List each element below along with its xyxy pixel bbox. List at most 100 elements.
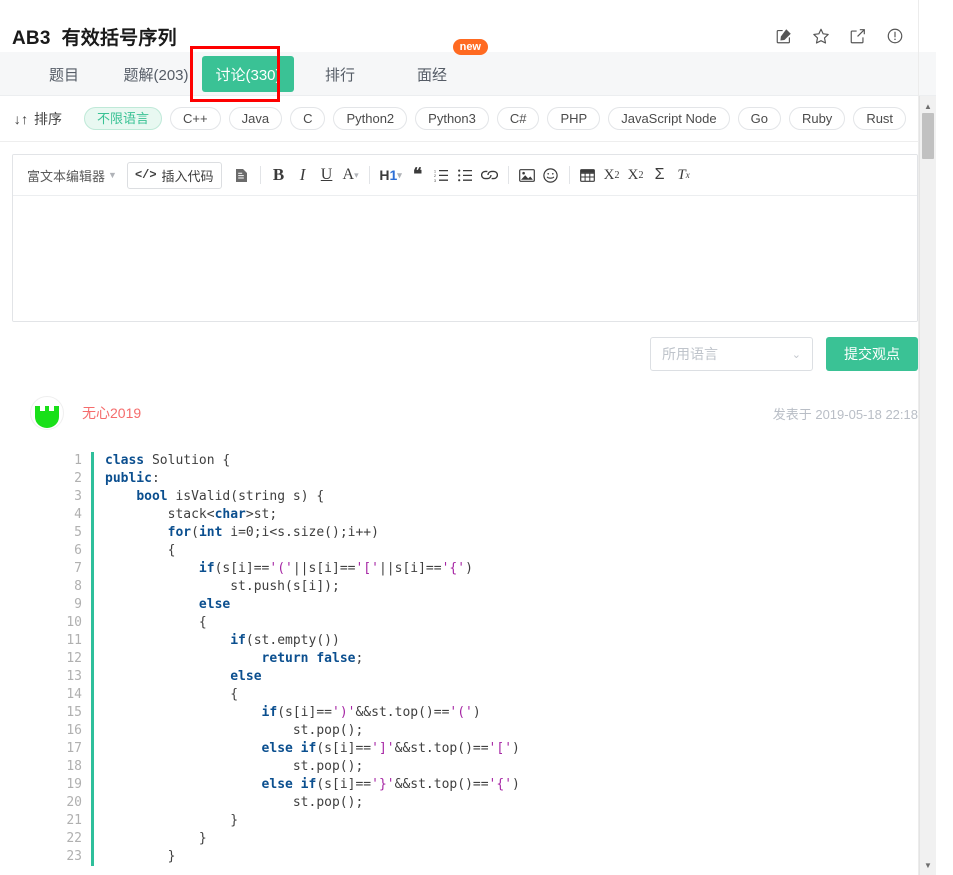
code-token: : (151, 471, 160, 486)
editor-textarea[interactable] (13, 196, 917, 321)
unordered-list-icon[interactable] (454, 162, 478, 188)
table-svg (580, 168, 595, 182)
code-line: bool isValid(string s) { (105, 488, 918, 506)
code-token: ) (512, 741, 520, 756)
superscript-icon[interactable]: X2 (624, 162, 648, 188)
code-token: } (105, 831, 207, 846)
code-line: else (105, 668, 918, 686)
avatar[interactable] (30, 396, 64, 430)
tab-discussion[interactable]: 讨论(330) (202, 56, 294, 92)
tab-problem[interactable]: 题目 (18, 52, 110, 96)
code-line-number: 6 (74, 543, 82, 558)
insert-code-button[interactable]: </> 插入代码 (126, 161, 222, 189)
quote-icon[interactable]: ❝ (406, 162, 430, 188)
code-token: ||s[i]== (378, 561, 442, 576)
code-token: '}' (371, 777, 395, 792)
language-chip-go[interactable]: Go (737, 107, 781, 130)
page-icon[interactable] (230, 162, 254, 188)
ordered-list-icon[interactable]: 1 2 3 (430, 162, 454, 188)
scrollbar-thumb[interactable] (922, 113, 934, 159)
bold-icon[interactable]: B (267, 162, 291, 188)
clear-format-icon[interactable]: Tx (672, 162, 696, 188)
code-token: (s[i]== (316, 777, 372, 792)
code-line-number: 22 (66, 831, 82, 846)
code-line-number: 5 (74, 525, 82, 540)
post-username[interactable]: 无心2019 (82, 403, 141, 423)
code-token: st.pop(); (105, 723, 364, 738)
heading-icon[interactable]: H 1 ▾ (376, 162, 406, 188)
code-token: { (105, 543, 176, 558)
code-line: else if(s[i]=='}'&&st.top()=='{') (105, 776, 918, 794)
problem-title: 有效括号序列 (61, 27, 177, 49)
code-line-number: 16 (66, 723, 82, 738)
link-svg (481, 170, 499, 180)
language-chip-python3[interactable]: Python3 (415, 107, 489, 130)
chip-label: JavaScript Node (621, 111, 717, 126)
code-token: (s[i]== (277, 705, 332, 720)
code-line: { (105, 614, 918, 632)
language-chip-csharp[interactable]: C# (496, 107, 540, 130)
language-chip-php[interactable]: PHP (547, 107, 601, 130)
language-select[interactable]: 所用语言 ⌄ (650, 337, 813, 371)
formula-icon[interactable]: Σ (648, 162, 672, 188)
submit-opinion-button[interactable]: 提交观点 (826, 337, 918, 371)
code-line: st.pop(); (105, 722, 918, 740)
code-line: for(int i=0;i<s.size();i++) (105, 524, 918, 542)
code-token: (s[i]== (316, 741, 372, 756)
image-icon[interactable] (515, 162, 539, 188)
code-token: stack< (105, 507, 215, 522)
editor-mode-label: 富文本编辑器 (27, 168, 106, 184)
language-chip-c[interactable]: C (290, 107, 326, 130)
subscript-icon[interactable]: X2 (600, 162, 624, 188)
toolbar-divider (368, 166, 370, 184)
link-icon[interactable] (478, 162, 502, 188)
language-chip-rust[interactable]: Rust (853, 107, 907, 130)
star-icon[interactable] (812, 27, 830, 45)
language-chip-ruby[interactable]: Ruby (788, 107, 846, 130)
font-color-icon[interactable]: A ▾ (339, 162, 363, 188)
code-token: if (261, 705, 278, 720)
code-token: Solution { (151, 453, 231, 468)
tab-solutions[interactable]: 题解(203) (110, 52, 202, 96)
code-token: false (316, 651, 356, 666)
underline-icon[interactable]: U (315, 162, 339, 188)
language-chip-java[interactable]: Java (228, 107, 283, 130)
share-icon[interactable] (849, 27, 867, 45)
code-token: else (198, 597, 231, 612)
italic-icon[interactable]: I (291, 162, 315, 188)
code-line-number: 17 (66, 741, 82, 756)
tab-interview[interactable]: 面经 new (386, 39, 488, 96)
emoji-svg (543, 167, 558, 183)
emoji-icon[interactable] (539, 162, 563, 188)
post-timestamp: 发表于 2019-05-18 22:18 (772, 406, 918, 422)
scroll-up-arrow-icon[interactable]: ▲ (920, 98, 936, 114)
editor-mode-select[interactable]: 富文本编辑器 ▼ (21, 166, 123, 185)
scroll-down-arrow-icon[interactable]: ▼ (920, 857, 936, 873)
code-line-number: 11 (66, 633, 82, 648)
page-scrollbar[interactable]: ▲ ▼ (919, 96, 936, 875)
language-chip-cpp[interactable]: C++ (170, 107, 221, 130)
post-code-block: 1 2 3 4 5 6 7 8 9 10 11 12 13 14 15 16 17 18 19 20 21 22 23 cl… (60, 452, 918, 866)
language-chip-javascript-node[interactable]: JavaScript Node (608, 107, 730, 130)
sort-button[interactable]: ↓↑ 排序 (14, 109, 62, 129)
code-token: ')' (332, 705, 356, 720)
tab-ranking[interactable]: 排行 (294, 52, 386, 96)
chevron-down-icon: ⌄ (791, 348, 801, 361)
chip-label: Python2 (346, 111, 395, 126)
chip-label: 不限语言 (97, 111, 150, 126)
code-token: public (105, 471, 152, 486)
language-chip-all[interactable]: 不限语言 (84, 107, 163, 130)
sort-label: 排序 (34, 110, 62, 127)
language-chip-python2[interactable]: Python2 (333, 107, 408, 130)
code-line-number: 19 (66, 777, 82, 792)
table-icon[interactable] (576, 162, 600, 188)
code-line: return false; (105, 650, 918, 668)
code-line: class Solution { (105, 452, 918, 470)
discussion-page: AB3 有效括号序列 题目 题解(203) 讨论(330) 排行 面经 new … (0, 0, 936, 875)
info-icon[interactable] (886, 27, 904, 45)
edit-icon[interactable] (775, 27, 793, 45)
